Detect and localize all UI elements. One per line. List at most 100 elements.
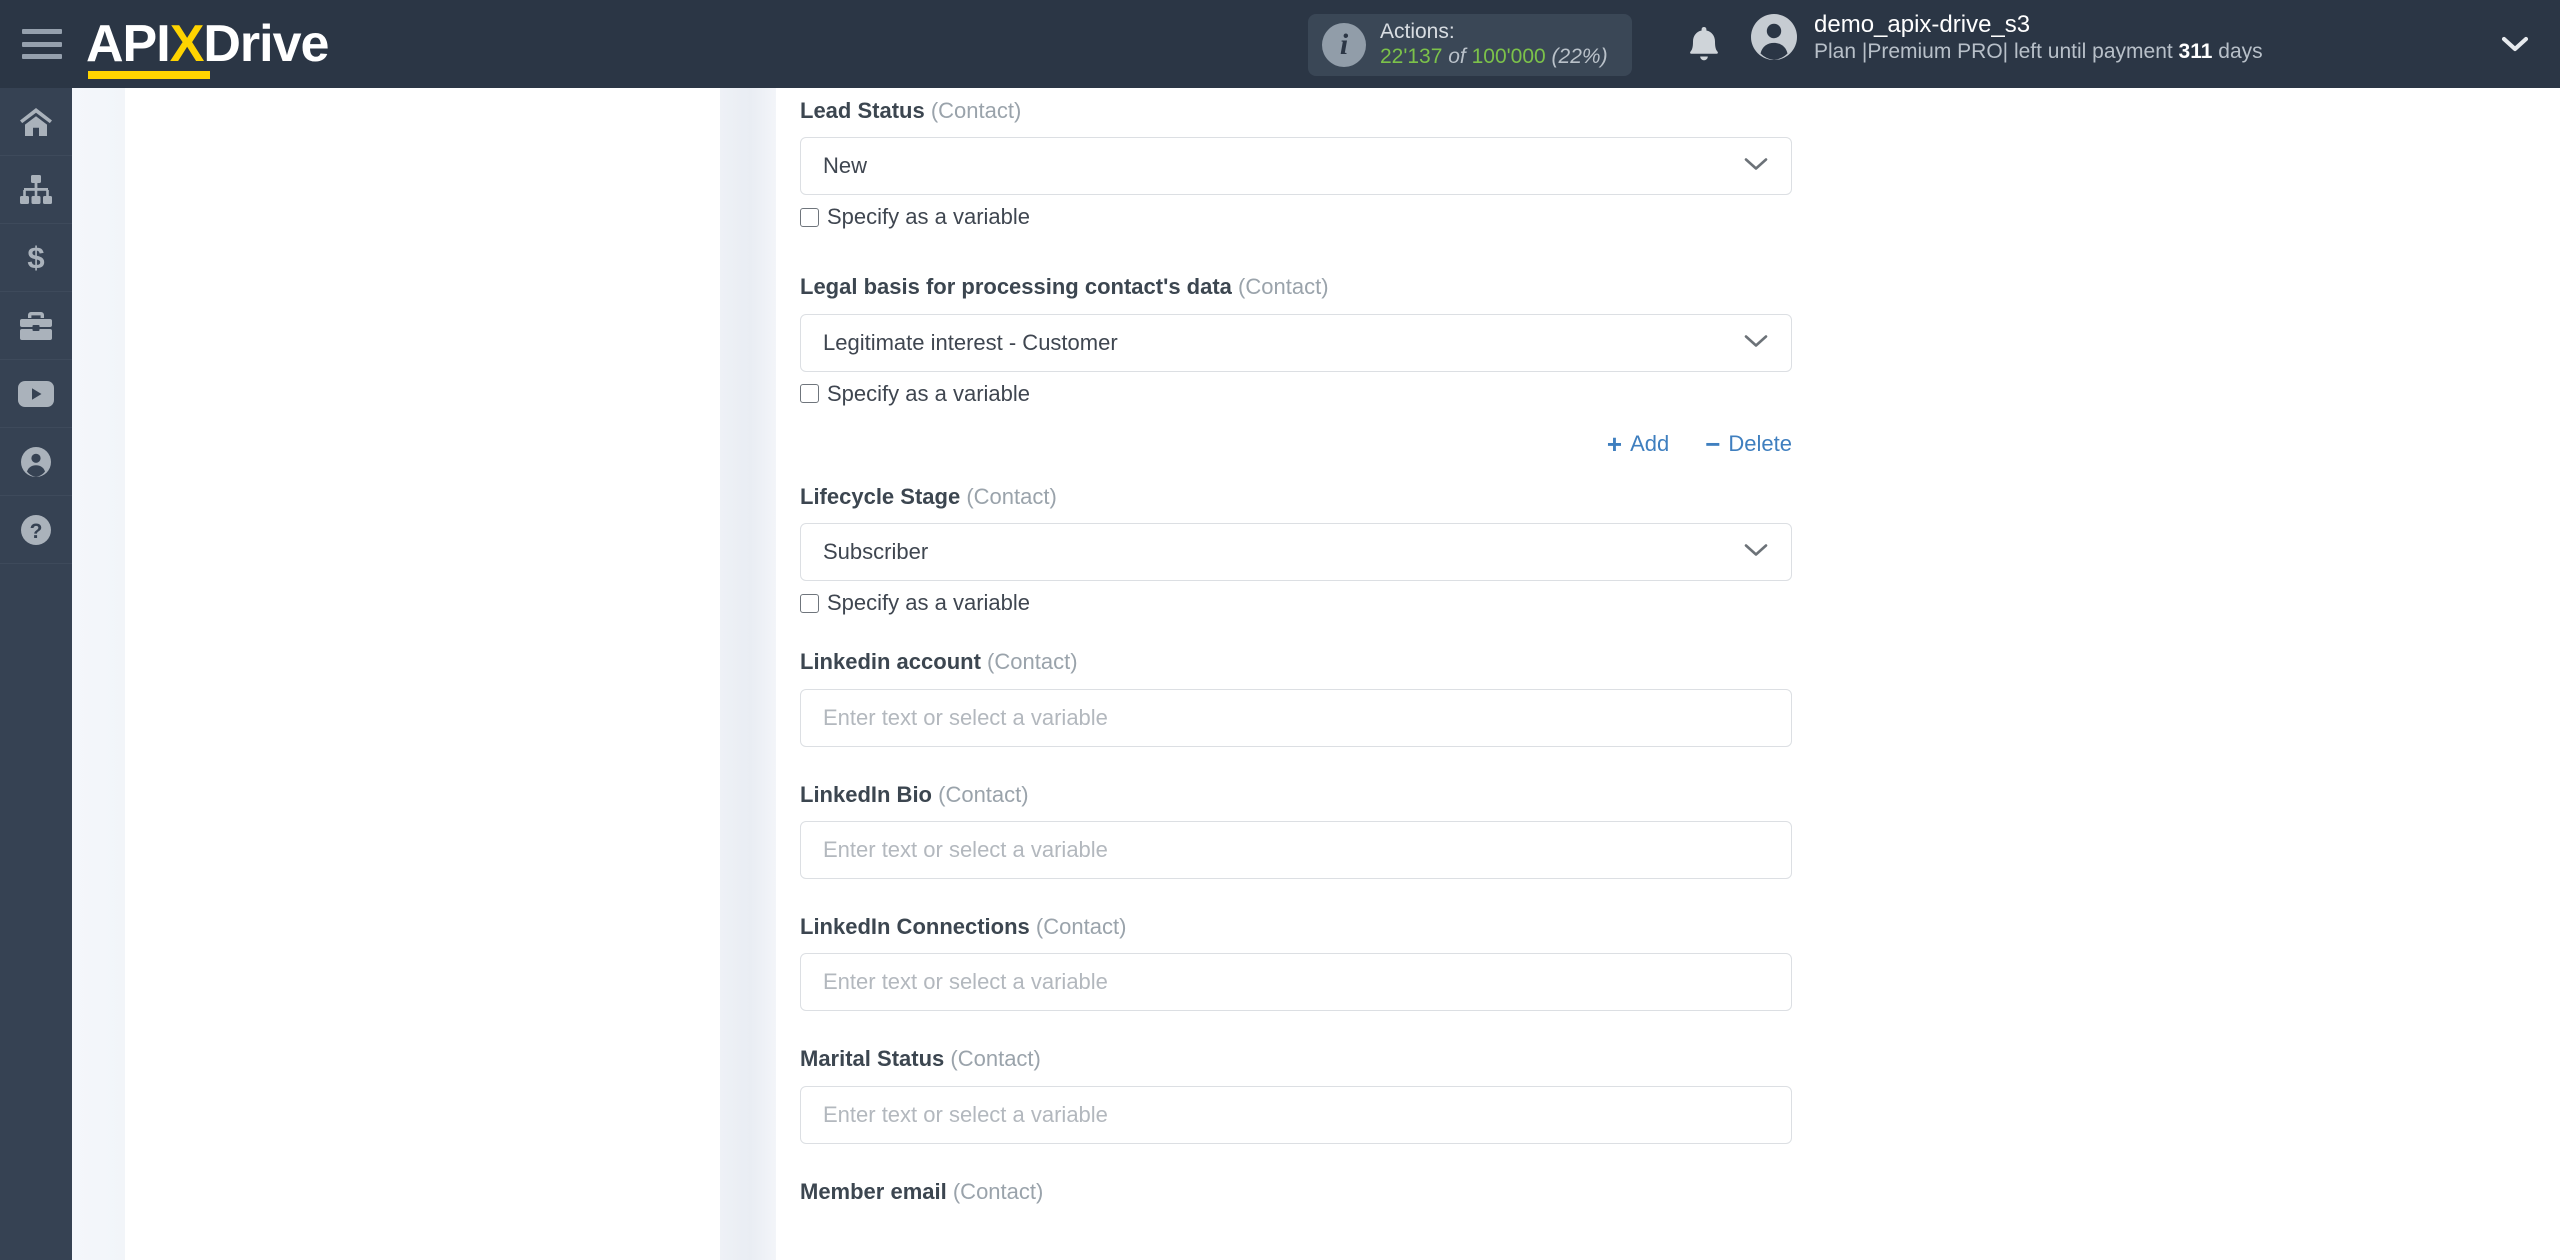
lead-status-select[interactable]: New xyxy=(800,137,1792,196)
field-mapping-form: Lead Status (Contact) New Specify as a v… xyxy=(800,88,1800,1218)
user-text-group: demo_apix-drive_s3 Plan |Premium PRO| le… xyxy=(1814,10,2263,65)
specify-variable-label[interactable]: Specify as a variable xyxy=(827,592,1030,614)
field-label: LinkedIn Connections (Contact) xyxy=(800,914,1800,940)
bell-icon[interactable] xyxy=(1686,24,1722,64)
actions-counter-pill[interactable]: i Actions: 22'137 of 100'000 (22%) xyxy=(1308,14,1632,76)
briefcase-icon xyxy=(19,311,53,341)
field-label-text: Legal basis for processing contact's dat… xyxy=(800,274,1232,300)
actions-values: 22'137 of 100'000 (22%) xyxy=(1380,45,1608,70)
dollar-icon: $ xyxy=(24,241,48,275)
hamburger-menu-icon[interactable] xyxy=(22,29,62,59)
add-delete-actions: + Add − Delete xyxy=(800,431,1792,457)
delete-button[interactable]: − Delete xyxy=(1705,431,1792,457)
field-label: Marital Status (Contact) xyxy=(800,1046,1800,1072)
help-icon: ? xyxy=(20,514,52,546)
actions-percent: (22%) xyxy=(1551,45,1608,68)
form-field-linkedin-connections: LinkedIn Connections (Contact) Enter tex… xyxy=(800,914,1800,1012)
field-entity-tag: (Contact) xyxy=(950,1046,1041,1072)
field-entity-tag: (Contact) xyxy=(1238,274,1329,300)
field-label: Lead Status (Contact) xyxy=(800,98,1800,124)
input-placeholder: Enter text or select a variable xyxy=(823,836,1108,862)
specify-variable-label[interactable]: Specify as a variable xyxy=(827,206,1030,228)
logo-letter-x: X xyxy=(169,15,205,73)
user-plan-days: 311 xyxy=(2178,40,2213,64)
sidebar-item-help[interactable]: ? xyxy=(0,496,72,564)
home-icon xyxy=(19,107,53,137)
linkedin-bio-input[interactable]: Enter text or select a variable xyxy=(800,820,1792,879)
sidebar-item-billing[interactable]: $ xyxy=(0,224,72,292)
field-entity-tag: (Contact) xyxy=(966,483,1057,509)
legal-basis-select[interactable]: Legitimate interest - Customer xyxy=(800,313,1792,372)
logo-part-api: API xyxy=(86,15,171,73)
field-entity-tag: (Contact) xyxy=(987,649,1078,675)
chevron-down-icon xyxy=(1743,542,1769,563)
field-entity-tag: (Contact) xyxy=(952,1178,1044,1204)
specify-variable-row[interactable]: Specify as a variable xyxy=(800,382,1800,405)
account-icon xyxy=(20,446,52,478)
specify-variable-row[interactable]: Specify as a variable xyxy=(800,206,1800,228)
actions-used: 22'137 xyxy=(1380,45,1443,68)
page-body: Lead Status (Contact) New Specify as a v… xyxy=(72,88,2560,1260)
add-button[interactable]: + Add xyxy=(1607,431,1669,457)
left-icon-rail: $ ? xyxy=(0,88,72,1260)
form-field-linkedin-bio: LinkedIn Bio (Contact) Enter text or sel… xyxy=(800,782,1800,879)
actions-total: 100'000 xyxy=(1471,45,1546,68)
field-label: Lifecycle Stage (Contact) xyxy=(800,484,1800,510)
form-field-lead-status: Lead Status (Contact) New Specify as a v… xyxy=(800,98,1800,228)
sidebar-item-connections[interactable] xyxy=(0,156,72,224)
sidebar-item-video[interactable] xyxy=(0,360,72,428)
select-value: Legitimate interest - Customer xyxy=(823,329,1118,355)
user-account-block[interactable]: demo_apix-drive_s3 Plan |Premium PRO| le… xyxy=(1750,10,2263,65)
form-field-member-email: Member email (Contact) xyxy=(800,1179,1800,1205)
svg-text:$: $ xyxy=(27,241,44,275)
connections-icon xyxy=(19,174,53,205)
actions-of-word: of xyxy=(1448,45,1466,68)
field-label: LinkedIn Bio (Contact) xyxy=(800,782,1800,808)
linkedin-connections-input[interactable]: Enter text or select a variable xyxy=(800,953,1792,1012)
form-field-linkedin-account: Linkedin account (Contact) Enter text or… xyxy=(800,649,1800,747)
delete-button-label: Delete xyxy=(1728,430,1792,456)
specify-variable-checkbox[interactable] xyxy=(800,593,819,613)
user-plan-suffix: days xyxy=(2212,40,2263,64)
field-entity-tag: (Contact) xyxy=(938,781,1029,807)
field-label: Member email (Contact) xyxy=(800,1179,1800,1205)
field-entity-tag: (Contact) xyxy=(1035,913,1127,939)
actions-text-group: Actions: 22'137 of 100'000 (22%) xyxy=(1380,20,1608,70)
specify-variable-checkbox[interactable] xyxy=(800,207,819,227)
lifecycle-stage-select[interactable]: Subscriber xyxy=(800,523,1792,582)
field-label-text: LinkedIn Bio xyxy=(800,781,932,807)
logo-part-drive: Drive xyxy=(203,15,329,73)
left-panel-card xyxy=(125,88,720,1260)
actions-label: Actions: xyxy=(1380,20,1455,44)
sidebar-item-account[interactable] xyxy=(0,428,72,496)
specify-variable-checkbox[interactable] xyxy=(800,384,819,404)
add-button-label: Add xyxy=(1630,430,1670,456)
field-label: Linkedin account (Contact) xyxy=(800,649,1800,675)
minus-icon: − xyxy=(1705,428,1721,459)
user-plan-prefix: Plan |Premium PRO| left until payment xyxy=(1814,40,2179,64)
field-label: Legal basis for processing contact's dat… xyxy=(800,274,1800,300)
linkedin-account-input[interactable]: Enter text or select a variable xyxy=(800,688,1792,747)
svg-text:?: ? xyxy=(30,520,43,543)
field-label-text: Linkedin account xyxy=(800,649,981,675)
top-header-bar: APIXDrive i Actions: 22'137 of 100'000 (… xyxy=(0,0,2560,88)
marital-status-input[interactable]: Enter text or select a variable xyxy=(800,1085,1792,1144)
specify-variable-row[interactable]: Specify as a variable xyxy=(800,592,1800,614)
apixdrive-logo[interactable]: APIXDrive xyxy=(86,15,329,79)
sidebar-item-business[interactable] xyxy=(0,292,72,360)
specify-variable-label[interactable]: Specify as a variable xyxy=(827,382,1030,405)
chevron-down-icon xyxy=(1743,156,1769,177)
field-label-text: Member email xyxy=(800,1178,947,1204)
field-label-text: Lead Status xyxy=(800,98,925,123)
left-gutter xyxy=(72,88,125,1260)
field-label-text: LinkedIn Connections xyxy=(800,913,1030,939)
sidebar-item-home[interactable] xyxy=(0,88,72,156)
header-chevron-down-icon[interactable] xyxy=(2500,34,2530,59)
form-field-legal-basis: Legal basis for processing contact's dat… xyxy=(800,274,1800,457)
